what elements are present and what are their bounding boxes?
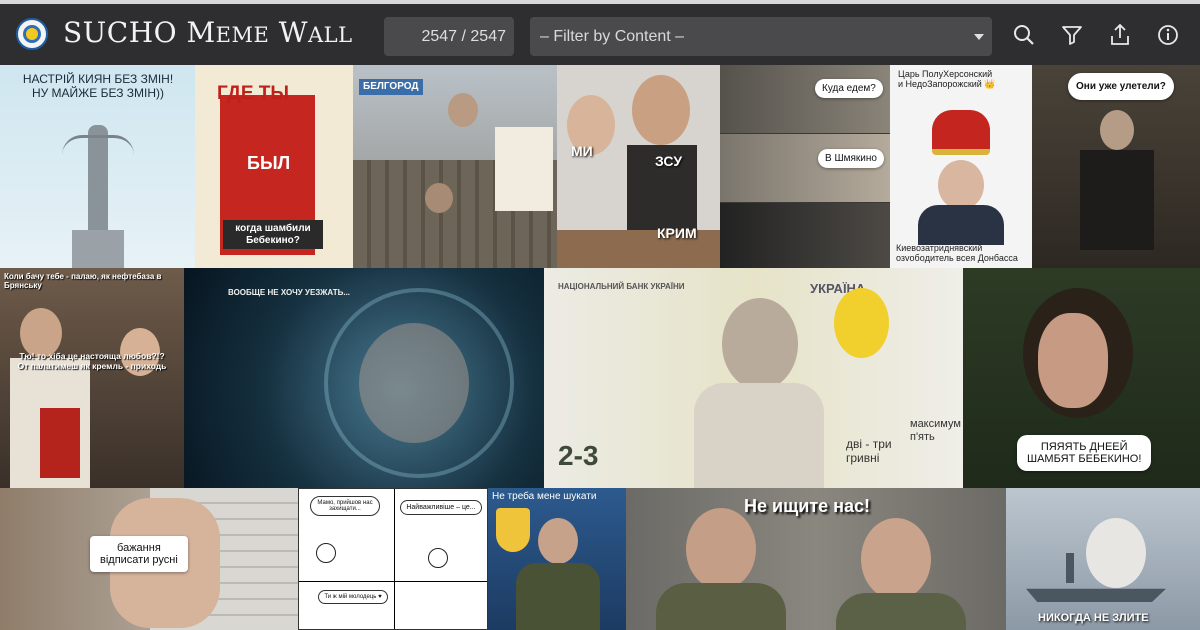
banknote-bank-name: НАЦІОНАЛЬНИЙ БАНК УКРАЇНИ — [558, 282, 685, 291]
meme-caption: Киевозатриднявский озvобoдитель всея Дон… — [896, 243, 1018, 264]
chevron-down-icon — [974, 34, 984, 40]
emblem — [496, 508, 530, 552]
meme-caption: ВООБЩЕ НЕ ХОЧУ УЕЗЖАТЬ... — [228, 288, 351, 297]
speech-bubble: Они уже улетели? — [1068, 73, 1174, 100]
statue-arms — [62, 135, 134, 155]
content-filter-select[interactable]: – Filter by Content – — [530, 17, 992, 56]
meme-tile[interactable]: ВООБЩЕ НЕ ХОЧУ УЕЗЖАТЬ... — [184, 268, 544, 488]
meme-caption: Царь ПолуХерсонский и НедоЗапорожский 👑 — [898, 69, 996, 90]
meme-grid: НАСТРІЙ КИЯН БЕЗ ЗМІН! НУ МАЙЖЕ БЕЗ ЗМІН… — [0, 65, 1200, 630]
duck — [834, 288, 889, 358]
ship — [1026, 588, 1166, 602]
crown — [932, 110, 990, 155]
filter-icon[interactable] — [1059, 22, 1085, 48]
info-icon[interactable] — [1155, 22, 1181, 48]
meme-tile[interactable]: Куда едем? В Шмякино — [720, 65, 890, 268]
suit — [918, 205, 1004, 245]
city-sign: БЕЛГОРОД — [359, 79, 423, 95]
filter-placeholder: – Filter by Content – — [540, 28, 685, 45]
statue-base — [72, 230, 124, 268]
stick-figure-head — [316, 543, 336, 563]
meme-tile[interactable]: Они уже улетели? — [1032, 65, 1200, 268]
banknote-value-words: дві - три гривні — [846, 437, 892, 465]
shirt — [694, 383, 824, 488]
meme-caption: КРИМ — [657, 225, 697, 241]
face — [1100, 110, 1134, 150]
costume-red — [40, 408, 80, 478]
chimp-face — [1038, 313, 1108, 408]
smoke — [1086, 518, 1146, 588]
meme-tile[interactable]: НАЦІОНАЛЬНИЙ БАНК УКРАЇНИ УКРАЇНА 2-3 дв… — [544, 268, 963, 488]
meme-tile[interactable]: МИ ЗСУ КРИМ — [557, 65, 720, 268]
meme-caption: Не ищите нас! — [744, 496, 871, 516]
meme-tile[interactable]: Мамо, прийшов нас захищати... Найважливі… — [298, 488, 488, 630]
meme-caption: НИКОГДА НЕ ЗЛИТЕ — [1038, 612, 1149, 624]
person-right — [632, 75, 690, 145]
uniform — [836, 593, 966, 630]
meme-caption: ГДЕ ТЫ — [217, 83, 289, 104]
app-title: SUCHO MEME WALL — [63, 16, 353, 49]
coat — [1080, 150, 1154, 250]
stick-figure-head — [428, 548, 448, 568]
sign-board — [495, 127, 553, 211]
person-head — [448, 93, 478, 127]
logo-emblem — [23, 25, 41, 43]
search-icon[interactable] — [1011, 22, 1037, 48]
meme-tile[interactable]: НИКОГДА НЕ ЗЛИТЕ — [1006, 488, 1200, 630]
banknote-side-text: максимум п'ять — [910, 418, 961, 443]
panel-top — [720, 65, 890, 133]
top-bar: SUCHO MEME WALL 2547 / 2547 – Filter by … — [0, 0, 1200, 65]
meme-caption: ЗСУ — [655, 153, 683, 169]
meme-caption: когда шамбили Бебекино? — [223, 220, 323, 249]
meme-caption: НАСТРІЙ КИЯН БЕЗ ЗМІН! НУ МАЙЖЕ БЕЗ ЗМІН… — [22, 72, 174, 100]
meme-caption: Коли бачу тебе - палаю, як нефтебаза в Б… — [4, 272, 162, 291]
ship-mast — [1066, 553, 1074, 583]
panel-bottom — [720, 203, 890, 268]
meme-tile[interactable]: Царь ПолуХерсонский и НедоЗапорожский 👑 … — [890, 65, 1032, 268]
face — [359, 323, 469, 443]
meme-tile[interactable]: ГДЕ ТЫ БЫЛ когда шамбили Бебекино? — [195, 65, 353, 268]
meme-tile[interactable]: Не ищите нас! — [626, 488, 1006, 630]
face — [686, 508, 756, 590]
face — [861, 518, 931, 600]
meme-counter: 2547 / 2547 — [384, 17, 514, 56]
face — [938, 160, 984, 210]
speech-bubble: Куда едем? — [815, 79, 883, 98]
person-head — [425, 183, 453, 213]
panel-mid — [720, 134, 890, 202]
speech-bubble: ПЯЯЯТЬ ДНЕЕЙ ШАМБЯТ БЕБЕКИНО! — [1017, 435, 1152, 471]
meme-tile[interactable]: Не треба мене шукати — [488, 488, 626, 630]
meme-caption-box: бажання відписати русні — [90, 536, 188, 572]
meme-caption: Не треба мене шукати — [492, 491, 597, 502]
meme-tile[interactable]: бажання відписати русні — [0, 488, 298, 630]
share-icon[interactable] — [1107, 22, 1133, 48]
meme-tile[interactable]: ПЯЯЯТЬ ДНЕЕЙ ШАМБЯТ БЕБЕКИНО! — [963, 268, 1200, 488]
face — [722, 298, 798, 390]
speech-bubble: Ти ж мій молодець ♥ — [318, 590, 388, 604]
banknote-value: 2-3 — [558, 440, 599, 471]
meme-caption: Тю! то хіба це настояща любов?!? От пала… — [17, 351, 167, 371]
meme-tile[interactable]: НАСТРІЙ КИЯН БЕЗ ЗМІН! НУ МАЙЖЕ БЕЗ ЗМІН… — [0, 65, 195, 268]
uniform — [516, 563, 600, 630]
meme-caption: БЫЛ — [247, 153, 291, 173]
meme-tile[interactable]: Коли бачу тебе - палаю, як нефтебаза в Б… — [0, 268, 184, 488]
face — [538, 518, 578, 564]
sucho-logo[interactable] — [16, 18, 48, 50]
meme-tile[interactable]: БЕЛГОРОД — [353, 65, 557, 268]
speech-bubble: Найважливіше – це... — [400, 500, 482, 515]
speech-bubble: Мамо, прийшов нас захищати... — [310, 496, 380, 516]
speech-bubble: В Шмякино — [818, 149, 884, 168]
meme-caption: МИ — [571, 143, 593, 159]
uniform — [656, 583, 786, 630]
